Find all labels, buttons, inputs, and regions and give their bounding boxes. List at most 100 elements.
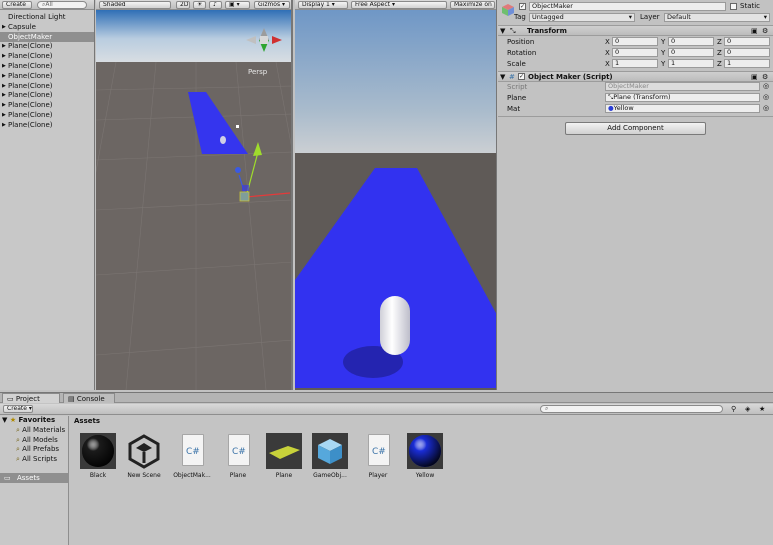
hierarchy-item[interactable]: ▶ Plane(Clone)	[0, 51, 94, 61]
expand-arrow-icon[interactable]: ▶	[2, 100, 6, 110]
gizmos-dropdown[interactable]: Gizmos ▾	[254, 1, 290, 9]
add-component-label: Add Component	[607, 124, 664, 132]
display-dropdown[interactable]: Display 1 ▾	[298, 1, 348, 9]
axis-x-label[interactable]: X	[605, 38, 610, 46]
plane-field[interactable]: ⤡Plane (Transform)	[605, 93, 760, 102]
audio-toggle-icon[interactable]: ♪	[209, 1, 222, 9]
asset-item[interactable]: C# ObjectMak...	[169, 433, 215, 479]
hierarchy-item[interactable]: ▶ Plane(Clone)	[0, 71, 94, 81]
hierarchy-item[interactable]: ▶ Plane(Clone)	[0, 110, 94, 120]
tab-console[interactable]: ▤ Console	[63, 393, 115, 403]
expand-arrow-icon[interactable]: ▶	[2, 51, 6, 61]
scene-view[interactable]: Shaded 2D ☀ ♪ ▣ ▾ Gizmos ▾ Persp	[96, 0, 293, 390]
gear-icon[interactable]: ⚙	[762, 27, 768, 35]
asset-item[interactable]: GameObj...	[307, 433, 353, 479]
tab-project[interactable]: ▭ Project	[2, 393, 60, 403]
scale-z-field[interactable]: 1	[724, 59, 770, 68]
expand-arrow-icon[interactable]: ▶	[2, 90, 6, 100]
static-checkbox[interactable]	[730, 3, 737, 10]
shading-mode-dropdown[interactable]: Shaded	[99, 1, 171, 9]
hierarchy-item[interactable]: ▶ Plane(Clone)	[0, 81, 94, 91]
object-active-checkbox[interactable]: ✓	[519, 3, 526, 10]
lighting-toggle-icon[interactable]: ☀	[193, 1, 206, 9]
axis-y-label[interactable]: Y	[661, 60, 665, 68]
favorite-item[interactable]: ⌕ All Scripts	[16, 455, 57, 464]
object-name-field[interactable]: ObjectMaker	[529, 2, 726, 11]
position-x-field[interactable]: 0	[612, 37, 658, 46]
favorite-item[interactable]: ⌕ All Prefabs	[16, 445, 59, 454]
add-component-button[interactable]: Add Component	[565, 122, 706, 135]
position-y-field[interactable]: 0	[668, 37, 714, 46]
help-book-icon[interactable]: ▣	[751, 27, 758, 35]
project-search-input[interactable]: ⌕	[540, 405, 723, 413]
hierarchy-item[interactable]: ▶ Capsule	[0, 22, 94, 32]
position-z-field[interactable]: 0	[724, 37, 770, 46]
filter-label-icon[interactable]: ◈	[745, 405, 750, 413]
axis-z-label[interactable]: Z	[717, 60, 722, 68]
effects-dropdown-icon[interactable]: ▣ ▾	[225, 1, 250, 9]
game-view[interactable]: Display 1 ▾ Free Aspect ▾ Maximize on P	[295, 0, 497, 390]
scale-y-field[interactable]: 1	[668, 59, 714, 68]
favorite-item[interactable]: ⌕ All Models	[16, 436, 58, 445]
object-picker-icon[interactable]: ◎	[763, 93, 769, 101]
scene-capsule[interactable]	[220, 136, 226, 144]
scene-light-marker[interactable]	[236, 125, 239, 128]
hierarchy-search-input[interactable]: ⌕All	[37, 1, 87, 9]
object-picker-icon[interactable]: ◎	[763, 82, 769, 90]
scale-x-field[interactable]: 1	[612, 59, 658, 68]
hierarchy-item[interactable]: ObjectMaker	[0, 31, 94, 42]
breadcrumb[interactable]: Assets	[74, 417, 100, 425]
gear-icon[interactable]: ⚙	[762, 73, 768, 81]
object-picker-icon[interactable]: ◎	[763, 104, 769, 112]
asset-item[interactable]: Yellow	[402, 433, 448, 479]
script-component-header[interactable]: ▼ # ✓ Object Maker (Script) ▣ ⚙	[498, 71, 773, 82]
rotation-x-field[interactable]: 0	[612, 48, 658, 57]
hierarchy-item[interactable]: ▶ Plane(Clone)	[0, 100, 94, 110]
hierarchy-item[interactable]: ▶ Plane(Clone)	[0, 61, 94, 71]
favorites-header[interactable]: ▼ ★ Favorites	[2, 416, 55, 424]
hierarchy-item[interactable]: ▶ Plane(Clone)	[0, 120, 94, 130]
expand-arrow-icon[interactable]: ▶	[2, 81, 6, 91]
hierarchy-create-button[interactable]: Create	[2, 1, 32, 9]
script-enabled-checkbox[interactable]: ✓	[518, 73, 525, 80]
mode-2d-toggle[interactable]: 2D	[176, 1, 190, 9]
help-book-icon[interactable]: ▣	[751, 73, 758, 81]
expand-arrow-icon[interactable]: ▶	[2, 41, 6, 51]
hierarchy-item[interactable]: ▶ Plane(Clone)	[0, 41, 94, 51]
asset-item[interactable]: C# Player	[355, 433, 401, 479]
asset-item[interactable]: Black	[75, 433, 121, 479]
axis-y-label[interactable]: Y	[661, 38, 665, 46]
favorite-star-icon[interactable]: ★	[759, 405, 765, 413]
assets-folder-item[interactable]: ▭ Assets	[0, 473, 69, 483]
maximize-on-play-toggle[interactable]: Maximize on P	[450, 1, 495, 9]
expand-arrow-icon[interactable]: ▶	[2, 120, 6, 130]
asset-item[interactable]: New Scene	[121, 433, 167, 479]
expand-arrow-icon[interactable]: ▶	[2, 71, 6, 81]
hierarchy-item-label: Plane(Clone)	[8, 111, 53, 119]
axis-z-label[interactable]: Z	[717, 49, 722, 57]
axis-x-label[interactable]: X	[605, 60, 610, 68]
expand-arrow-icon[interactable]: ▶	[2, 61, 6, 71]
axis-y-label[interactable]: Y	[661, 49, 665, 57]
transform-header[interactable]: ▼ ⤡ Transform ▣ ⚙	[498, 25, 773, 36]
rotation-z-field[interactable]: 0	[724, 48, 770, 57]
asset-item[interactable]: C# Plane	[215, 433, 261, 479]
filter-type-icon[interactable]: ⚲	[731, 405, 736, 413]
layer-dropdown[interactable]: Default ▾	[664, 13, 770, 22]
rotation-y-field[interactable]: 0	[668, 48, 714, 57]
axis-x-label[interactable]: X	[605, 49, 610, 57]
hierarchy-item[interactable]: ▶ Plane(Clone)	[0, 90, 94, 100]
hierarchy-item[interactable]: Directional Light	[0, 12, 94, 22]
scene-canvas[interactable]: Persp	[96, 10, 293, 390]
tag-dropdown[interactable]: Untagged ▾	[529, 13, 635, 22]
expand-arrow-icon[interactable]: ▶	[2, 110, 6, 120]
aspect-dropdown[interactable]: Free Aspect ▾	[351, 1, 447, 9]
scene-object-marker[interactable]	[235, 167, 241, 173]
asset-item[interactable]: Plane	[261, 433, 307, 479]
mat-field[interactable]: ●Yellow	[605, 104, 760, 113]
favorite-item[interactable]: ⌕ All Materials	[16, 426, 65, 435]
persp-label[interactable]: Persp	[248, 68, 268, 76]
axis-z-label[interactable]: Z	[717, 38, 722, 46]
expand-arrow-icon[interactable]: ▶	[2, 22, 6, 32]
project-create-button[interactable]: Create ▾	[3, 405, 33, 413]
